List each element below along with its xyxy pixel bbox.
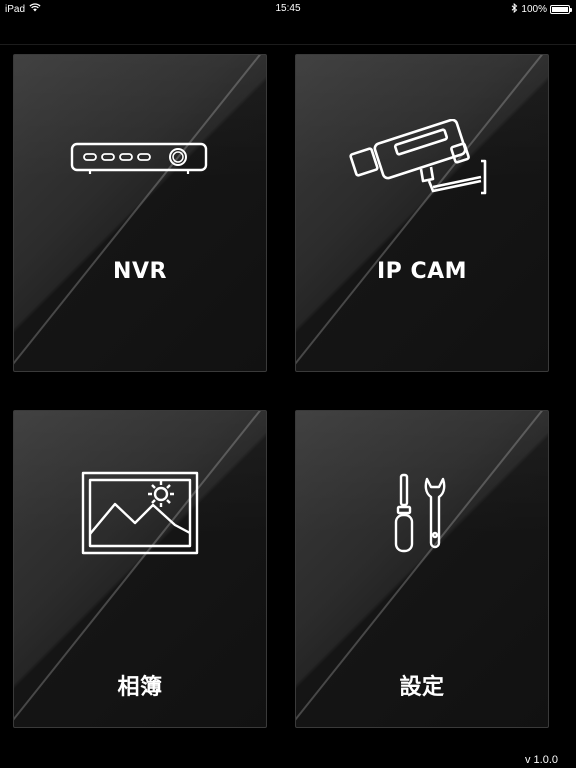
battery-percentage: 100% xyxy=(521,4,547,15)
settings-tile[interactable]: 設定 xyxy=(295,410,549,728)
security-camera-icon xyxy=(296,119,548,199)
tools-icon xyxy=(296,473,548,555)
ipcam-tile[interactable]: IP CAM xyxy=(295,54,549,372)
version-label: v 1.0.0 xyxy=(524,754,558,766)
app-screen: iPad 15:45 100% NVR IP CAM 相簿 設定 v 1.0.0 xyxy=(0,0,576,768)
status-time: 15:45 xyxy=(275,3,301,14)
nvr-label: NVR xyxy=(113,259,167,284)
status-bar: iPad 15:45 100% xyxy=(0,0,576,20)
picture-icon xyxy=(14,471,266,555)
album-label: 相簿 xyxy=(117,675,163,700)
bluetooth-icon xyxy=(511,2,518,16)
nvr-tile[interactable]: NVR xyxy=(13,54,267,372)
album-tile[interactable]: 相簿 xyxy=(13,410,267,728)
ipcam-label: IP CAM xyxy=(376,259,468,284)
battery-icon xyxy=(550,5,572,14)
battery-fill xyxy=(552,7,568,12)
top-divider xyxy=(0,44,576,45)
settings-label: 設定 xyxy=(399,675,445,700)
status-right: 100% xyxy=(511,2,572,16)
nvr-recorder-icon xyxy=(14,141,266,177)
